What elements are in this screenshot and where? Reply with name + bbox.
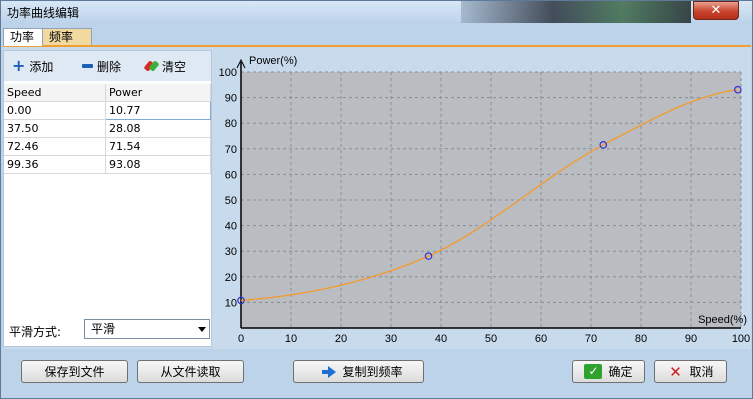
add-button[interactable]: + 添加	[12, 58, 53, 74]
clear-label: 清空	[162, 59, 187, 74]
copy-to-frequency-button[interactable]: 复制到频率	[293, 360, 424, 383]
cancel-label: 取消	[689, 365, 714, 379]
y-tick-label: 30	[225, 246, 237, 258]
column-header-power: Power	[105, 84, 211, 102]
x-axis-label: Speed(%)	[698, 314, 747, 326]
ok-button[interactable]: ✓ 确定	[572, 360, 645, 383]
tab-bar: 功率 频率	[3, 28, 751, 46]
power-curve-chart[interactable]: 0 10 20 30 40 50 60 70 80 90 100 10 20 30 40 50 60 70 80 90…	[214, 50, 751, 347]
x-tick-label: 90	[685, 333, 697, 345]
x-tick-label: 10	[285, 333, 297, 345]
smooth-label: 平滑方式:	[9, 325, 62, 339]
table-cell[interactable]: 72.46	[4, 137, 106, 156]
dialog-window: 功率曲线编辑 ✕ 功率 频率 + 添加 删除 清空 Speed Power 0.…	[0, 0, 753, 399]
x-tick-label: 60	[535, 333, 547, 345]
table-cell[interactable]: 10.77	[105, 101, 211, 120]
smooth-value: 平滑	[91, 322, 116, 336]
x-tick-label: 20	[335, 333, 347, 345]
x-tick-label: 50	[485, 333, 497, 345]
checkmark-icon: ✓	[584, 364, 603, 379]
table-row[interactable]: 99.36 93.08	[4, 155, 211, 174]
close-button[interactable]: ✕	[693, 1, 739, 20]
table-cell[interactable]: 28.08	[105, 119, 211, 138]
table-header-row: Speed Power	[4, 84, 211, 102]
load-label: 从文件读取	[160, 365, 221, 379]
arrow-right-icon	[322, 365, 337, 378]
table-row[interactable]: 0.00 10.77	[4, 101, 211, 120]
load-from-file-button[interactable]: 从文件读取	[137, 360, 244, 383]
plus-icon: +	[12, 56, 26, 75]
copy-label: 复制到频率	[342, 365, 403, 379]
delete-label: 删除	[97, 59, 122, 74]
table-row[interactable]: 72.46 71.54	[4, 137, 211, 156]
x-tick-label: 100	[732, 333, 750, 345]
save-label: 保存到文件	[44, 365, 105, 379]
delete-button[interactable]: 删除	[82, 58, 121, 74]
chart-svg[interactable]: 0 10 20 30 40 50 60 70 80 90 100 10 20 30 40 50 60 70 80 90…	[214, 50, 751, 347]
clear-button[interactable]: 清空	[143, 58, 187, 74]
cancel-button[interactable]: ✕ 取消	[654, 360, 727, 383]
chevron-down-icon[interactable]	[198, 327, 206, 332]
table-row[interactable]: 37.50 28.08	[4, 119, 211, 138]
table-cell[interactable]: 37.50	[4, 119, 106, 138]
y-tick-label: 70	[225, 144, 237, 156]
minus-icon	[82, 64, 93, 68]
tab-frequency[interactable]: 频率	[42, 28, 92, 46]
table-cell[interactable]: 71.54	[105, 137, 211, 156]
y-tick-label: 10	[225, 297, 237, 309]
x-tick-label: 70	[585, 333, 597, 345]
y-tick-label: 90	[225, 93, 237, 105]
eraser-icon	[143, 59, 160, 73]
ok-label: 确定	[608, 365, 633, 379]
left-panel: + 添加 删除 清空 Speed Power 0.00 10.77 37.50 …	[3, 50, 212, 347]
table-cell[interactable]: 99.36	[4, 155, 106, 174]
y-tick-label: 50	[225, 195, 237, 207]
x-tick-label: 40	[435, 333, 447, 345]
y-axis-label: Power(%)	[249, 55, 297, 67]
save-to-file-button[interactable]: 保存到文件	[21, 360, 128, 383]
column-header-speed: Speed	[4, 84, 106, 102]
y-tick-label: 40	[225, 221, 237, 233]
add-label: 添加	[29, 59, 54, 74]
title-bar: 功率曲线编辑 ✕	[1, 1, 752, 23]
y-tick-label: 80	[225, 118, 237, 130]
background-strip	[461, 1, 691, 23]
tab-power[interactable]: 功率	[3, 28, 43, 46]
table-cell[interactable]: 0.00	[4, 101, 106, 120]
toolbar: + 添加 删除 清空	[4, 51, 211, 81]
x-tick-label: 80	[635, 333, 647, 345]
y-tick-label: 20	[225, 272, 237, 284]
tab-content: + 添加 删除 清空 Speed Power 0.00 10.77 37.50 …	[3, 47, 751, 349]
cross-icon: ✕	[669, 362, 682, 381]
x-tick-label: 0	[238, 333, 244, 345]
table-cell[interactable]: 93.08	[105, 155, 211, 174]
x-tick-label: 30	[385, 333, 397, 345]
smooth-row: 平滑方式: 平滑	[4, 313, 211, 345]
points-table: Speed Power 0.00 10.77 37.50 28.08 72.46…	[4, 84, 211, 174]
y-tick-label: 100	[219, 67, 237, 79]
y-tick-label: 60	[225, 169, 237, 181]
bottom-bar: 保存到文件 从文件读取 复制到频率 ✓ 确定 ✕ 取消	[1, 351, 752, 398]
window-title: 功率曲线编辑	[7, 6, 80, 20]
smooth-select[interactable]: 平滑	[84, 319, 210, 339]
